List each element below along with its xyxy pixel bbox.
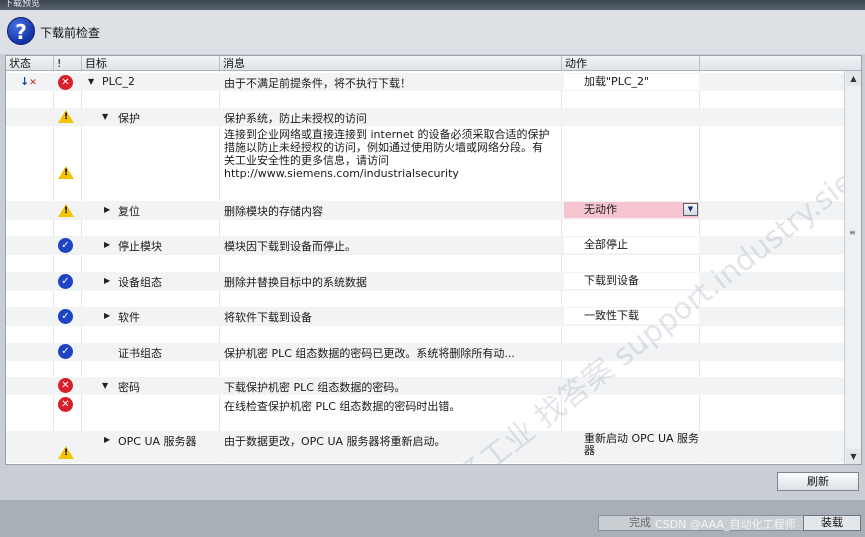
column-header-action[interactable]: 动作: [562, 56, 700, 71]
column-header-severity[interactable]: !: [54, 56, 82, 71]
table-row[interactable]: ✓ ▶ 设备组态 删除并替换目标中的系统数据 下载到设备: [6, 272, 844, 291]
security-note-line: 关工业安全性的更多信息，请访问: [224, 154, 389, 167]
table-row[interactable]: ✓ 证书组态 保护机密 PLC 组态数据的密码已更改。系统将删除所有动...: [6, 343, 844, 361]
message-text: 在线检查保护机密 PLC 组态数据的密码时出错。: [224, 400, 461, 413]
expand-arrow-icon[interactable]: ▶: [104, 276, 110, 285]
target-label: PLC_2: [102, 75, 135, 88]
action-line: 器: [584, 444, 595, 457]
table-row[interactable]: ✓ ▶ 软件 将软件下载到设备 一致性下载: [6, 307, 844, 326]
message-text: 模块因下载到设备而停止。: [224, 240, 356, 253]
action-cell[interactable]: 重新启动 OPC UA 服务 器: [584, 433, 699, 457]
load-button[interactable]: 装载: [803, 515, 861, 531]
action-cell[interactable]: 全部停止: [564, 237, 699, 253]
scroll-down-icon[interactable]: ▼: [846, 449, 861, 464]
window-title: 下载预览: [0, 0, 865, 10]
action-line: 重新启动 OPC UA 服务: [584, 432, 700, 445]
expand-arrow-icon[interactable]: ▶: [104, 240, 110, 249]
dialog-header: ? 下载前检查: [0, 10, 865, 54]
csdn-watermark: CSDN @AAA_自动化工程师: [655, 518, 796, 531]
column-header-target[interactable]: 目标: [82, 56, 220, 71]
table-row[interactable]: ! ▶ 复位 删除模块的存储内容 无动作 ▼: [6, 201, 844, 220]
target-label: OPC UA 服务器: [118, 435, 197, 448]
target-label: 证书组态: [118, 347, 162, 360]
expand-collapse-icon[interactable]: ▼: [88, 77, 94, 86]
message-text: 删除模块的存储内容: [224, 205, 323, 218]
target-label: 停止模块: [118, 240, 162, 253]
action-cell[interactable]: 加载"PLC_2": [564, 74, 699, 90]
scroll-up-icon[interactable]: ▲: [846, 71, 861, 86]
action-cell[interactable]: 一致性下载: [564, 308, 699, 324]
table-row[interactable]: ✕ ▼ 密码 下载保护机密 PLC 组态数据的密码。: [6, 377, 844, 395]
warning-icon: !: [58, 110, 74, 123]
warning-icon: !: [58, 446, 74, 459]
message-text: 保护系统，防止未授权的访问: [224, 112, 367, 125]
expand-arrow-icon[interactable]: ▶: [104, 205, 110, 214]
target-label: 保护: [118, 112, 140, 125]
target-label: 密码: [118, 381, 140, 394]
column-header-empty: [700, 56, 846, 71]
error-icon: ✕: [58, 378, 73, 393]
message-text: 下载保护机密 PLC 组态数据的密码。: [224, 381, 406, 394]
scroll-grip-icon[interactable]: ≡: [849, 229, 857, 237]
action-select[interactable]: 无动作: [564, 202, 699, 218]
message-text: 将软件下载到设备: [224, 311, 312, 324]
table-header: 状态 ! 目标 消息 动作: [6, 56, 861, 71]
security-note: 连接到企业网络或直接连接到 internet 的设备必须采取合适的保护 措施以防…: [224, 128, 564, 180]
expand-collapse-icon[interactable]: ▼: [102, 381, 108, 390]
column-header-status[interactable]: 状态: [6, 56, 54, 71]
table-row: ! 连接到企业网络或直接连接到 internet 的设备必须采取合适的保护 措施…: [6, 127, 844, 183]
message-text: 删除并替换目标中的系统数据: [224, 276, 367, 289]
table-row[interactable]: ↓✕ ✕ ▼ PLC_2 由于不满足前提条件，将不执行下载！ 加载"PLC_2": [6, 73, 844, 91]
warning-icon: !: [58, 204, 74, 217]
ok-check-icon: ✓: [58, 309, 73, 324]
refresh-button[interactable]: 刷新: [777, 472, 859, 491]
ok-check-icon: ✓: [58, 238, 73, 253]
table-row[interactable]: ✓ ▶ 停止模块 模块因下载到设备而停止。 全部停止: [6, 236, 844, 255]
warning-icon: !: [58, 166, 74, 179]
security-note-line: 连接到企业网络或直接连接到 internet 的设备必须采取合适的保护: [224, 128, 550, 141]
error-icon: ✕: [58, 75, 73, 90]
error-icon: ✕: [58, 397, 73, 412]
table-row[interactable]: ! ▶ OPC UA 服务器 由于数据更改，OPC UA 服务器将重新启动。 重…: [6, 431, 844, 463]
message-text: 由于数据更改，OPC UA 服务器将重新启动。: [224, 435, 446, 448]
expand-arrow-icon[interactable]: ▶: [104, 311, 110, 320]
target-label: 软件: [118, 311, 140, 324]
download-status-icon: ↓✕: [20, 75, 37, 88]
expand-arrow-icon[interactable]: ▶: [104, 435, 110, 444]
security-note-line: 措施以防止未经授权的访问，例如通过使用防火墙或网络分段。有: [224, 141, 543, 154]
table-row[interactable]: ! ▼ 保护 保护系统，防止未授权的访问: [6, 108, 844, 126]
message-text: 由于不满足前提条件，将不执行下载！: [224, 77, 411, 90]
ok-check-icon: ✓: [58, 274, 73, 289]
help-question-icon: ?: [7, 17, 35, 45]
check-table: 状态 ! 目标 消息 动作 ↓✕ ✕ ▼ PLC_2 由于不满足前提条件，将不执…: [5, 55, 862, 465]
ok-check-icon: ✓: [58, 344, 73, 359]
table-row: ✕ 在线检查保护机密 PLC 组态数据的密码时出错。: [6, 396, 844, 414]
message-text: 保护机密 PLC 组态数据的密码已更改。系统将删除所有动...: [224, 347, 515, 360]
target-label: 复位: [118, 205, 140, 218]
target-label: 设备组态: [118, 276, 162, 289]
dropdown-arrow-icon[interactable]: ▼: [683, 203, 698, 216]
dialog-title: 下载前检查: [40, 26, 101, 40]
security-link[interactable]: http://www.siemens.com/industrialsecurit…: [224, 167, 564, 180]
vertical-scrollbar[interactable]: ▲ ≡ ▼: [844, 71, 861, 464]
column-header-message[interactable]: 消息: [220, 56, 562, 71]
expand-collapse-icon[interactable]: ▼: [102, 112, 108, 121]
action-cell[interactable]: 下载到设备: [564, 273, 699, 289]
